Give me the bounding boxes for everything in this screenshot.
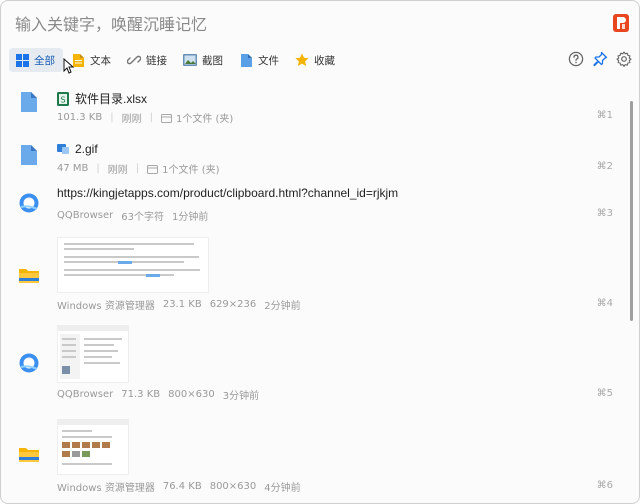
item-time: 2分钟前 — [264, 301, 301, 312]
item-link: https://kingjetapps.com/product/clipboar… — [57, 186, 398, 200]
search-input[interactable] — [13, 9, 597, 39]
screenshot-thumbnail — [57, 237, 209, 293]
list-item[interactable]: 2.gif 47 MB | 刚刚 | 1个文件 (夹) ⌘2 — [1, 137, 627, 185]
filter-text[interactable]: 文本 — [65, 48, 119, 72]
item-source: QQBrowser — [57, 389, 114, 400]
item-shortcut: ⌘1 — [596, 110, 613, 121]
item-dimensions: 629×236 — [209, 299, 257, 310]
clipboard-history-list: S 软件目录.xlsx 101.3 KB | 刚刚 | 1个文件 (夹) ⌘1 … — [1, 85, 627, 503]
item-title: https://kingjetapps.com/product/clipboar… — [57, 186, 399, 200]
item-source: Windows 资源管理器 — [57, 483, 155, 494]
help-button[interactable] — [567, 50, 585, 68]
help-icon — [568, 51, 584, 67]
item-dimensions: 800×630 — [209, 481, 257, 492]
item-size: 101.3 KB — [57, 112, 103, 123]
filter-link-label: 链接 — [146, 54, 167, 67]
qqbrowser-icon — [17, 351, 41, 375]
excel-file-icon: S — [57, 91, 69, 106]
search-bar — [1, 1, 639, 45]
separator: | — [135, 163, 140, 174]
item-size: 71.3 KB — [121, 389, 161, 400]
filter-file-label: 文件 — [258, 54, 279, 67]
pin-icon — [593, 51, 608, 67]
item-source: Windows 资源管理器 — [57, 301, 155, 312]
qqbrowser-icon — [17, 191, 41, 215]
folder-count-icon — [160, 113, 172, 123]
list-item[interactable]: Windows 资源管理器 76.4 KB 800×630 4分钟前 ⌘6 — [1, 413, 627, 503]
item-file-count: 1个文件 (夹) — [175, 114, 234, 125]
list-item[interactable]: https://kingjetapps.com/product/clipboar… — [1, 185, 627, 233]
file-icon — [239, 53, 253, 67]
list-item[interactable]: QQBrowser 71.3 KB 800×630 3分钟前 ⌘5 — [1, 323, 627, 411]
list-item[interactable]: S 软件目录.xlsx 101.3 KB | 刚刚 | 1个文件 (夹) ⌘1 — [1, 85, 627, 133]
item-shortcut: ⌘2 — [596, 161, 613, 172]
filter-screenshot-label: 截图 — [202, 54, 223, 67]
item-source: QQBrowser — [57, 210, 114, 221]
explorer-icon — [17, 263, 41, 287]
screenshot-thumbnail — [57, 419, 129, 475]
screenshot-icon — [183, 53, 197, 67]
pin-button[interactable] — [591, 50, 609, 68]
filter-all-label: 全部 — [34, 54, 55, 67]
filter-all[interactable]: 全部 — [9, 48, 63, 72]
item-length: 63个字符 — [121, 212, 164, 223]
filter-file[interactable]: 文件 — [233, 48, 287, 72]
gif-file-icon — [57, 144, 69, 154]
screenshot-thumbnail — [57, 325, 129, 383]
link-icon — [127, 53, 141, 67]
settings-button[interactable] — [615, 50, 633, 68]
item-time: 4分钟前 — [264, 483, 301, 494]
filter-favorite-label: 收藏 — [314, 54, 335, 67]
folder-count-icon — [147, 164, 159, 174]
text-icon — [71, 53, 85, 67]
item-shortcut: ⌘3 — [596, 208, 613, 219]
toolbar-right — [567, 50, 633, 68]
clipboard-window: 全部 文本 链接 截图 文件 — [0, 0, 640, 504]
item-time: 1分钟前 — [172, 212, 209, 223]
star-icon — [295, 53, 309, 67]
list-item[interactable]: Windows 资源管理器 23.1 KB 629×236 2分钟前 ⌘4 — [1, 235, 627, 323]
app-logo-icon — [613, 14, 629, 32]
filter-bar: 全部 文本 链接 截图 文件 收藏 — [9, 47, 343, 73]
item-time: 刚刚 — [121, 114, 142, 125]
item-shortcut: ⌘5 — [596, 388, 613, 399]
separator: | — [149, 112, 153, 123]
svg-text:S: S — [60, 95, 65, 104]
gear-icon — [616, 51, 632, 67]
file-icon — [17, 90, 41, 114]
item-shortcut: ⌘4 — [596, 298, 613, 309]
item-title: 2.gif — [75, 142, 98, 156]
vertical-scrollbar[interactable] — [630, 101, 633, 321]
item-size: 23.1 KB — [162, 299, 202, 310]
item-dimensions: 800×630 — [168, 389, 215, 400]
item-title: 软件目录.xlsx — [75, 92, 148, 106]
item-size: 47 MB — [57, 163, 89, 174]
explorer-icon — [17, 442, 41, 466]
separator: | — [110, 112, 114, 123]
filter-screenshot[interactable]: 截图 — [177, 48, 231, 72]
item-size: 76.4 KB — [162, 481, 202, 492]
grid-icon — [15, 53, 29, 67]
item-time: 3分钟前 — [222, 391, 260, 402]
filter-favorite[interactable]: 收藏 — [289, 48, 343, 72]
item-time: 刚刚 — [107, 165, 128, 176]
filter-text-label: 文本 — [90, 54, 111, 67]
separator: | — [96, 163, 100, 174]
item-file-count: 1个文件 (夹) — [162, 165, 220, 176]
item-shortcut: ⌘6 — [596, 480, 613, 491]
file-icon — [17, 143, 41, 167]
filter-link[interactable]: 链接 — [121, 48, 175, 72]
